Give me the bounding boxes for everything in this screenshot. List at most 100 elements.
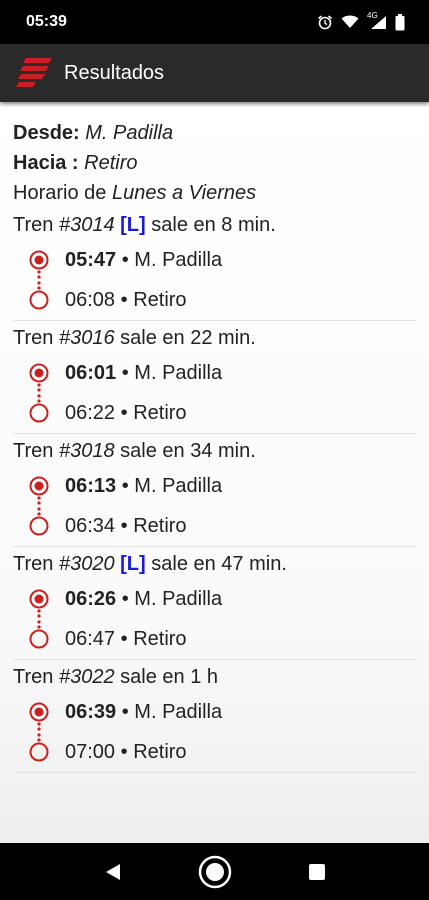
departure-time: 06:13 bbox=[65, 474, 117, 497]
results-content[interactable]: Desde: M. Padilla Hacia : Retiro Horario… bbox=[0, 102, 429, 843]
departure-station: M. Padilla bbox=[134, 474, 223, 497]
arrival-row: 06:34 • Retiro bbox=[13, 506, 417, 546]
from-line: Desde: M. Padilla bbox=[13, 118, 417, 148]
trip-item[interactable]: Tren #3020 [L] sale en 47 min. 06:26 • M… bbox=[13, 549, 417, 660]
separator: • bbox=[121, 587, 129, 610]
timeline-column bbox=[13, 466, 65, 506]
app-bar: Resultados bbox=[0, 44, 429, 102]
timeline-column bbox=[13, 506, 65, 546]
arrival-row: 06:08 • Retiro bbox=[13, 280, 417, 320]
departure-text: 06:13 • M. Padilla bbox=[65, 475, 222, 498]
arrival-time: 06:47 bbox=[65, 627, 116, 650]
trip-departs-text: sale en 34 min. bbox=[120, 440, 256, 462]
departure-station: M. Padilla bbox=[134, 248, 223, 271]
from-value: M. Padilla bbox=[85, 122, 174, 144]
arrival-text: 06:08 • Retiro bbox=[65, 289, 187, 312]
trip-number: #3014 bbox=[58, 214, 115, 236]
separator: • bbox=[120, 288, 128, 311]
trip-title: Tren #3014 [L] sale en 8 min. bbox=[13, 210, 417, 240]
circle-home-icon[interactable] bbox=[197, 854, 233, 890]
departure-station: M. Padilla bbox=[134, 587, 223, 610]
departure-row: 06:39 • M. Padilla bbox=[13, 692, 417, 732]
square-recents-icon[interactable] bbox=[299, 854, 335, 890]
departure-text: 05:47 • M. Padilla bbox=[65, 249, 222, 272]
from-label: Desde: bbox=[13, 122, 80, 144]
separator: • bbox=[120, 740, 128, 763]
trip-title: Tren #3016 sale en 22 min. bbox=[13, 323, 417, 353]
departure-station: M. Padilla bbox=[134, 361, 223, 384]
trip-number: #3020 bbox=[58, 553, 115, 575]
schedule-line: Horario de Lunes a Viernes bbox=[13, 178, 417, 208]
timeline-column bbox=[13, 353, 65, 393]
separator: • bbox=[121, 700, 129, 723]
trip-item[interactable]: Tren #3022 sale en 1 h 06:39 • M. Padill… bbox=[13, 662, 417, 773]
red-stripes-logo-icon bbox=[16, 55, 54, 91]
arrival-text: 06:34 • Retiro bbox=[65, 515, 187, 538]
timeline-column bbox=[13, 280, 65, 320]
arrival-station: Retiro bbox=[133, 514, 187, 537]
trip-prefix: Tren bbox=[13, 553, 54, 575]
timeline-marker bbox=[29, 589, 49, 618]
separator: • bbox=[120, 627, 128, 650]
timeline-column bbox=[13, 393, 65, 433]
timeline-marker bbox=[29, 281, 49, 310]
arrival-station: Retiro bbox=[133, 288, 187, 311]
timeline-column bbox=[13, 579, 65, 619]
trip-departs-text: sale en 47 min. bbox=[151, 553, 287, 575]
app-title: Resultados bbox=[64, 61, 165, 84]
trip-prefix: Tren bbox=[13, 666, 54, 688]
timeline-marker bbox=[29, 702, 49, 731]
departure-time: 06:26 bbox=[65, 587, 117, 610]
trip-item[interactable]: Tren #3014 [L] sale en 8 min. 05:47 • M.… bbox=[13, 210, 417, 321]
trip-number: #3016 bbox=[58, 327, 115, 349]
departure-row: 05:47 • M. Padilla bbox=[13, 240, 417, 280]
to-value: Retiro bbox=[84, 152, 138, 174]
trip-number: #3018 bbox=[58, 440, 115, 462]
schedule-prefix: Horario de bbox=[13, 182, 107, 204]
separator: • bbox=[121, 474, 129, 497]
wifi-icon bbox=[341, 15, 359, 29]
arrival-row: 06:22 • Retiro bbox=[13, 393, 417, 433]
departure-text: 06:01 • M. Padilla bbox=[65, 362, 222, 385]
status-bar: 05:39 4G bbox=[0, 0, 429, 44]
trip-title: Tren #3022 sale en 1 h bbox=[13, 662, 417, 692]
schedule-value: Lunes a Viernes bbox=[111, 182, 257, 204]
timeline-marker bbox=[29, 476, 49, 505]
timeline-marker bbox=[29, 733, 49, 762]
trip-prefix: Tren bbox=[13, 214, 54, 236]
nav-bar bbox=[0, 843, 429, 900]
alarm-icon bbox=[317, 14, 333, 30]
trip-item[interactable]: Tren #3016 sale en 22 min. 06:01 • M. Pa… bbox=[13, 323, 417, 434]
separator: • bbox=[120, 401, 128, 424]
trip-departs-text: sale en 1 h bbox=[120, 666, 218, 688]
arrival-text: 06:47 • Retiro bbox=[65, 628, 187, 651]
timeline-marker bbox=[29, 363, 49, 392]
arrival-station: Retiro bbox=[133, 627, 187, 650]
arrival-row: 07:00 • Retiro bbox=[13, 732, 417, 772]
timeline-marker bbox=[29, 507, 49, 536]
timeline-column bbox=[13, 732, 65, 772]
to-label: Hacia : bbox=[13, 152, 79, 174]
arrival-row: 06:47 • Retiro bbox=[13, 619, 417, 659]
departure-row: 06:26 • M. Padilla bbox=[13, 579, 417, 619]
triangle-back-icon[interactable] bbox=[95, 854, 131, 890]
arrival-text: 07:00 • Retiro bbox=[65, 741, 187, 764]
departure-text: 06:39 • M. Padilla bbox=[65, 701, 222, 724]
trip-title: Tren #3020 [L] sale en 47 min. bbox=[13, 549, 417, 579]
arrival-time: 06:08 bbox=[65, 288, 116, 311]
trip-number: #3022 bbox=[58, 666, 115, 688]
timeline-column bbox=[13, 692, 65, 732]
departure-station: M. Padilla bbox=[134, 700, 223, 723]
arrival-station: Retiro bbox=[133, 401, 187, 424]
timeline-marker bbox=[29, 250, 49, 279]
separator: • bbox=[120, 514, 128, 537]
trip-item[interactable]: Tren #3018 sale en 34 min. 06:13 • M. Pa… bbox=[13, 436, 417, 547]
timeline-column bbox=[13, 240, 65, 280]
trip-prefix: Tren bbox=[13, 327, 54, 349]
trip-badge: [L] bbox=[120, 214, 146, 236]
timeline-marker bbox=[29, 394, 49, 423]
departure-time: 06:01 bbox=[65, 361, 117, 384]
trip-badge: [L] bbox=[120, 553, 146, 575]
trip-departs-text: sale en 8 min. bbox=[151, 214, 276, 236]
departure-text: 06:26 • M. Padilla bbox=[65, 588, 222, 611]
